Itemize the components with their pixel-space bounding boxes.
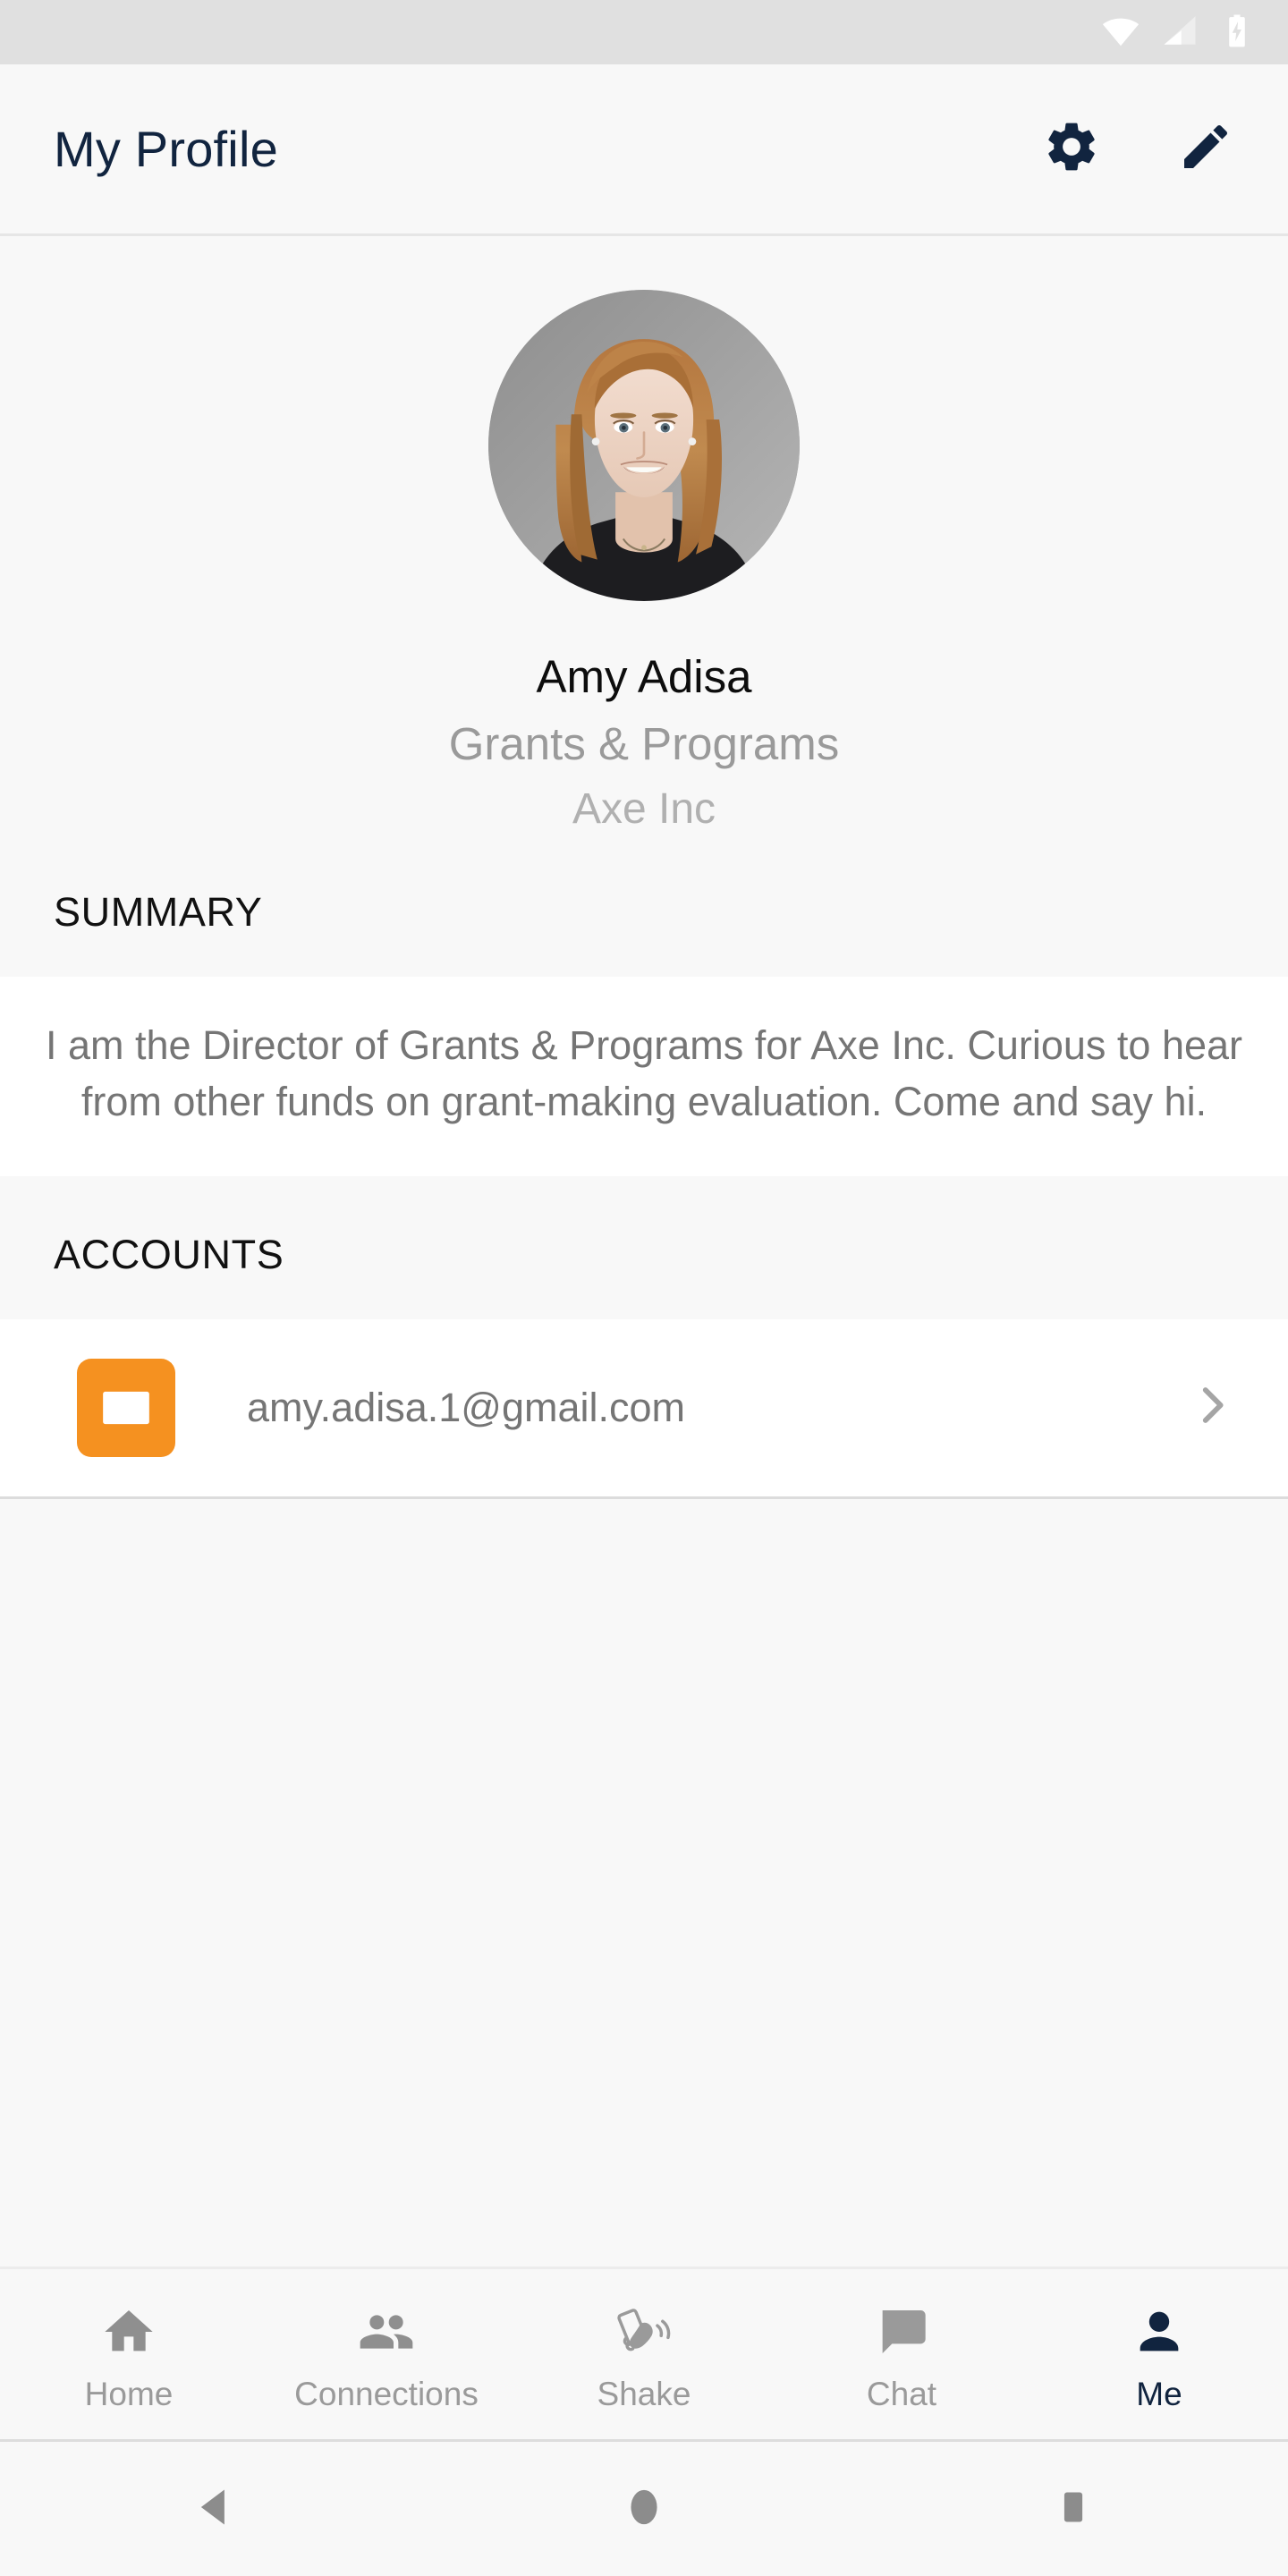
profile-name: Amy Adisa (536, 651, 752, 702)
shake-phone-icon (615, 2299, 673, 2365)
edit-button[interactable] (1163, 106, 1249, 192)
bottom-tab-bar: Home Connections Shake Chat Me (0, 2267, 1288, 2442)
tab-shake[interactable]: Shake (515, 2269, 773, 2439)
summary-section-header: SUMMARY (0, 834, 1288, 978)
profile-photo (488, 290, 800, 601)
cellular-signal-icon (1161, 12, 1199, 54)
summary-card: I am the Director of Grants & Programs f… (0, 977, 1288, 1176)
tab-chat[interactable]: Chat (773, 2269, 1030, 2439)
battery-charging-icon (1218, 12, 1256, 54)
system-navigation-bar (0, 2442, 1288, 2576)
chevron-right-icon (1186, 1379, 1238, 1436)
summary-text: I am the Director of Grants & Programs f… (45, 1022, 1243, 1124)
tab-me-label: Me (1136, 2375, 1182, 2412)
tab-shake-label: Shake (597, 2375, 691, 2412)
recents-button[interactable] (1006, 2442, 1140, 2576)
back-button[interactable] (148, 2442, 282, 2576)
app-bar-actions (1029, 106, 1249, 192)
tab-connections[interactable]: Connections (258, 2269, 515, 2439)
recents-square-icon (1054, 2487, 1093, 2531)
chat-bubble-icon (873, 2299, 930, 2365)
account-email-label: amy.adisa.1@gmail.com (247, 1384, 686, 1430)
profile-role: Grants & Programs (448, 717, 840, 769)
gear-icon (1042, 117, 1101, 181)
back-triangle-icon (191, 2484, 238, 2535)
wifi-icon (1100, 10, 1141, 55)
home-circle-icon (623, 2487, 665, 2532)
account-row-email[interactable]: amy.adisa.1@gmail.com (0, 1319, 1288, 1499)
person-icon (1131, 2299, 1188, 2365)
avatar[interactable] (488, 290, 800, 601)
accounts-section-header: ACCOUNTS (0, 1175, 1288, 1319)
home-icon (100, 2299, 157, 2365)
pencil-icon (1177, 118, 1234, 180)
accounts-card: amy.adisa.1@gmail.com (0, 1318, 1288, 1499)
content-spacer (0, 1498, 1288, 2267)
profile-screen: My Profile Amy Adisa Grants & Programs A… (0, 0, 1288, 2576)
settings-button[interactable] (1029, 106, 1114, 192)
profile-header: Amy Adisa Grants & Programs Axe Inc (0, 236, 1288, 835)
profile-company: Axe Inc (572, 785, 716, 834)
tab-home-label: Home (84, 2375, 174, 2412)
tab-connections-label: Connections (294, 2375, 479, 2412)
app-bar: My Profile (0, 64, 1288, 236)
people-icon (358, 2299, 415, 2365)
email-icon (77, 1358, 175, 1457)
tab-home[interactable]: Home (0, 2269, 258, 2439)
home-button[interactable] (577, 2442, 711, 2576)
page-title: My Profile (54, 121, 278, 177)
tab-me[interactable]: Me (1030, 2269, 1288, 2439)
tab-chat-label: Chat (866, 2375, 937, 2412)
status-bar (0, 0, 1288, 64)
